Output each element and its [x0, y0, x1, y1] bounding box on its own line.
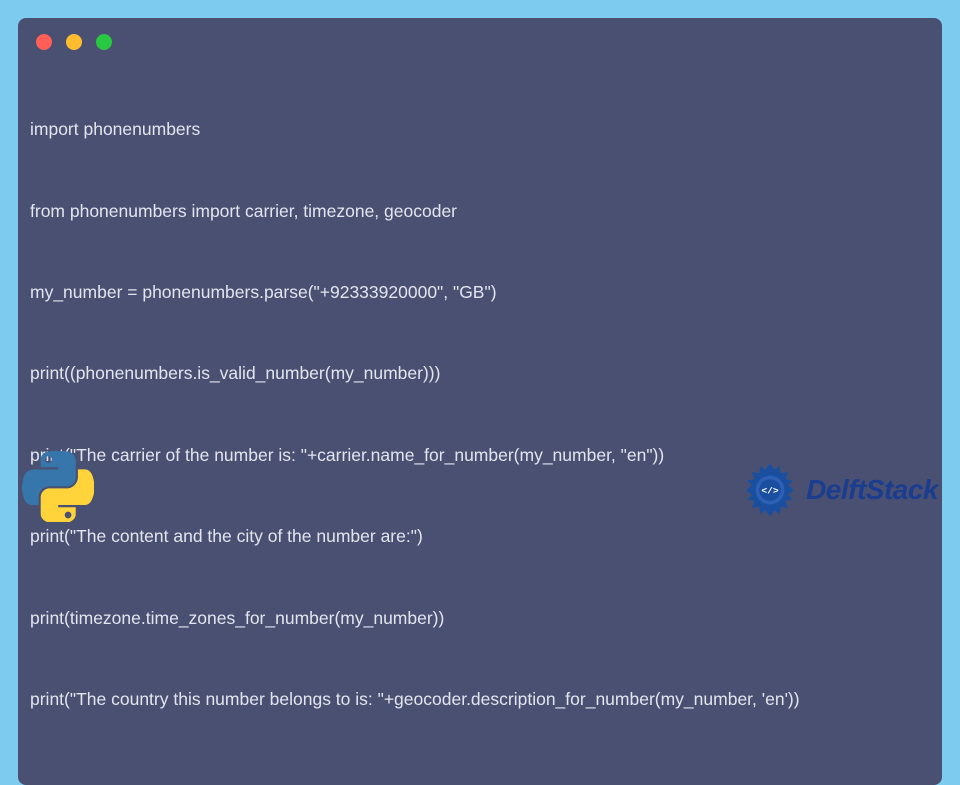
code-line: my_number = phonenumbers.parse("+9233392…: [30, 279, 930, 306]
close-icon[interactable]: [36, 34, 52, 50]
maximize-icon[interactable]: [96, 34, 112, 50]
code-line: print("The country this number belongs t…: [30, 686, 930, 713]
code-line: from phonenumbers import carrier, timezo…: [30, 198, 930, 225]
delftstack-text: DelftStack: [806, 474, 938, 506]
delftstack-badge-icon: </>: [740, 460, 800, 520]
svg-text:</>: </>: [761, 486, 779, 497]
code-line: print("The content and the city of the n…: [30, 523, 930, 550]
code-body: import phonenumbers from phonenumbers im…: [18, 60, 942, 771]
window-titlebar: [18, 18, 942, 60]
code-window: import phonenumbers from phonenumbers im…: [18, 18, 942, 785]
delftstack-logo: </> DelftStack: [740, 460, 938, 520]
code-line: print((phonenumbers.is_valid_number(my_n…: [30, 360, 930, 387]
code-line: import phonenumbers: [30, 116, 930, 143]
minimize-icon[interactable]: [66, 34, 82, 50]
code-line: print(timezone.time_zones_for_number(my_…: [30, 605, 930, 632]
python-logo-icon: [22, 450, 94, 522]
